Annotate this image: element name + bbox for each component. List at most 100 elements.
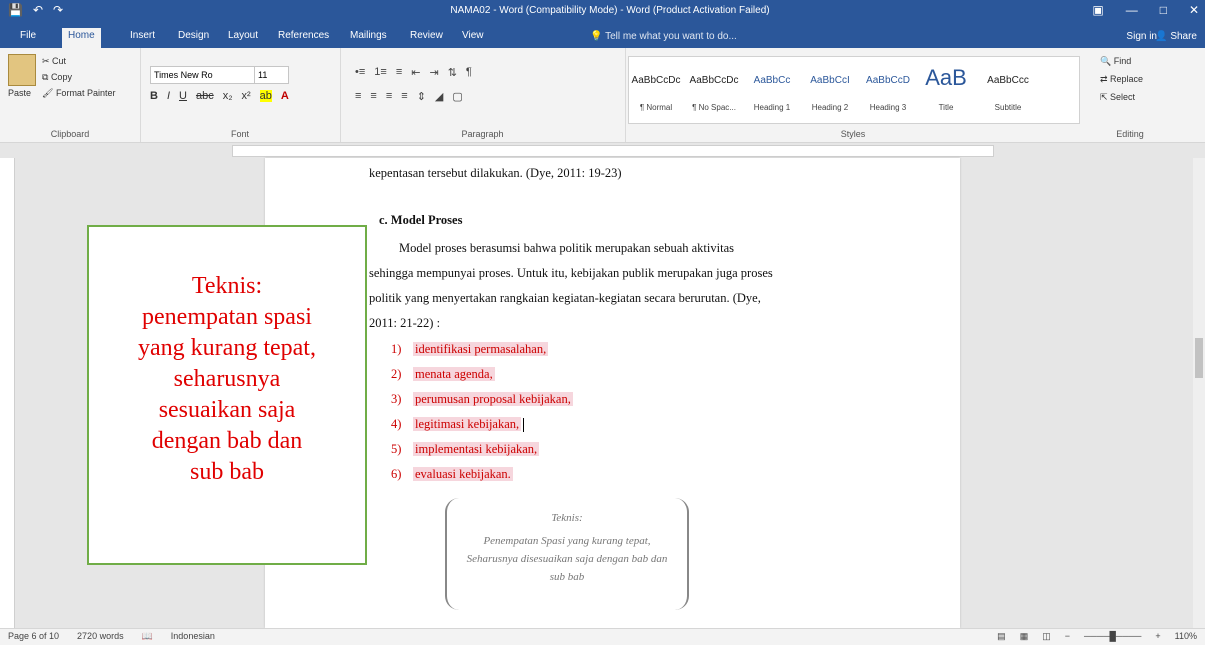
vertical-scrollbar[interactable] [1193, 158, 1205, 628]
multilevel-list-icon[interactable]: ≡ [396, 66, 402, 79]
bracket-comment-body: Penempatan Spasi yang kurang tepat, Seha… [466, 535, 668, 583]
print-layout-icon[interactable]: ▦ [1020, 631, 1029, 642]
paste-icon[interactable] [8, 54, 36, 86]
justify-icon[interactable]: ≡ [401, 90, 407, 103]
select-label: Select [1110, 92, 1136, 102]
save-icon[interactable]: 💾 [8, 3, 23, 17]
underline-icon[interactable]: U [179, 90, 187, 102]
bracket-comment-head: Teknis: [551, 512, 583, 524]
zoom-level[interactable]: 110% [1175, 631, 1197, 642]
tab-mailings[interactable]: Mailings [344, 28, 393, 44]
highlight-icon[interactable]: ab [259, 90, 272, 102]
align-center-icon[interactable]: ≡ [370, 90, 376, 103]
style-heading-3[interactable]: AaBbCcD Heading 3 [861, 57, 915, 121]
bold-icon[interactable]: B [150, 90, 158, 102]
style-preview: AaBbCcDc [689, 75, 739, 86]
vertical-ruler[interactable] [0, 158, 15, 628]
font-name-dropdown[interactable]: Times New Ro [150, 66, 255, 84]
style-subtitle[interactable]: AaBbCcc Subtitle [981, 57, 1035, 121]
align-left-icon[interactable]: ≡ [355, 90, 361, 103]
style-normal[interactable]: AaBbCcDc ¶ Normal [629, 57, 683, 121]
font-size-dropdown[interactable]: 11 [254, 66, 289, 84]
tab-design[interactable]: Design [172, 28, 215, 44]
list-number: 2) [391, 367, 402, 381]
tab-layout[interactable]: Layout [222, 28, 264, 44]
numbering-icon[interactable]: 1≡ [374, 66, 387, 79]
ribbon-tabs: File Home Insert Design Layout Reference… [0, 24, 1205, 48]
subscript-icon[interactable]: x₂ [223, 90, 233, 102]
document-page[interactable]: kepentasan tersebut dilakukan. (Dye, 201… [265, 158, 960, 628]
ribbon: Paste ✂ Cut ⧉ Copy 🖌 Format Painter Clip… [0, 48, 1205, 143]
paste-button[interactable]: Paste [8, 88, 31, 98]
show-formatting-icon[interactable]: ¶ [466, 66, 472, 79]
replace-button[interactable]: ⇄ Replace [1100, 74, 1143, 85]
styles-gallery: AaBbCcDc ¶ Normal AaBbCcDc ¶ No Spac... Aa… [628, 56, 1080, 124]
cut-label: Cut [52, 56, 67, 66]
align-right-icon[interactable]: ≡ [386, 90, 392, 103]
share-label: Share [1170, 31, 1197, 42]
tab-home[interactable]: Home [62, 28, 101, 48]
copy-label: Copy [50, 72, 72, 82]
language-indicator[interactable]: Indonesian [171, 631, 215, 642]
ribbon-display-options-icon[interactable]: ▣ [1092, 3, 1103, 17]
style-heading-2[interactable]: AaBbCcI Heading 2 [803, 57, 857, 121]
copy-button[interactable]: ⧉ Copy [42, 72, 72, 83]
tab-review[interactable]: Review [404, 28, 449, 44]
font-color-icon[interactable]: A [281, 90, 289, 102]
bullets-icon[interactable]: •≡ [355, 66, 365, 79]
style-preview: AaBbCcD [866, 75, 910, 86]
style-title[interactable]: AaB Title [919, 57, 973, 121]
tab-insert[interactable]: Insert [124, 28, 161, 44]
list-item: 4) legitimasi kebijakan, [391, 417, 525, 433]
strikethrough-icon[interactable]: abc [196, 90, 214, 102]
paragraph-line-1: Model proses berasumsi bahwa politik mer… [399, 241, 734, 255]
sort-icon[interactable]: ⇅ [448, 66, 457, 79]
select-button[interactable]: ⇱ Select [1100, 92, 1135, 103]
minimize-icon[interactable]: — [1126, 3, 1138, 17]
tab-view[interactable]: View [456, 28, 490, 44]
zoom-slider[interactable]: ────█──── [1084, 631, 1141, 642]
zoom-out-icon[interactable]: − [1065, 631, 1070, 642]
cut-button[interactable]: ✂ Cut [42, 56, 66, 67]
list-number: 1) [391, 342, 402, 356]
redo-icon[interactable]: ↷ [53, 3, 63, 17]
clipboard-label: Clipboard [50, 129, 90, 139]
maximize-icon[interactable]: □ [1160, 3, 1167, 17]
tab-file[interactable]: File [14, 28, 42, 44]
style-name: ¶ Normal [639, 103, 673, 112]
web-layout-icon[interactable]: ◫ [1042, 631, 1051, 642]
status-right: ▤ ▦ ◫ − ────█──── + 110% [997, 631, 1197, 642]
list-item: 6) evaluasi kebijakan. [391, 467, 513, 482]
undo-icon[interactable]: ↶ [33, 3, 43, 17]
superscript-icon[interactable]: x² [242, 90, 251, 102]
section-heading: c. Model Proses [379, 213, 463, 227]
decrease-indent-icon[interactable]: ⇤ [411, 66, 420, 79]
style-heading-1[interactable]: AaBbCc Heading 1 [745, 57, 799, 121]
read-mode-icon[interactable]: ▤ [997, 631, 1006, 642]
format-painter-button[interactable]: 🖌 Format Painter [42, 88, 115, 99]
shading-icon[interactable]: ◢ [435, 90, 443, 103]
style-no-spacing[interactable]: AaBbCcDc ¶ No Spac... [687, 57, 741, 121]
share-button[interactable]: 👤 Share [1155, 31, 1197, 42]
borders-icon[interactable]: ▢ [452, 90, 462, 103]
increase-indent-icon[interactable]: ⇥ [429, 66, 438, 79]
word-count[interactable]: 2720 words [77, 631, 124, 642]
line-spacing-icon[interactable]: ⇕ [417, 90, 426, 103]
style-preview: AaBbCc [753, 75, 791, 86]
proofing-icon[interactable]: 📖 [142, 631, 153, 642]
horizontal-ruler[interactable] [0, 143, 1205, 157]
list-text: implementasi kebijakan, [413, 442, 540, 456]
sign-in-link[interactable]: Sign in [1126, 31, 1157, 42]
list-item: 2) menata agenda, [391, 367, 495, 382]
page-count[interactable]: Page 6 of 10 [8, 631, 59, 642]
scrollbar-thumb[interactable] [1195, 338, 1203, 378]
find-button[interactable]: 🔍 Find [1100, 56, 1131, 67]
list-item: 5) implementasi kebijakan, [391, 442, 540, 457]
tell-me-box[interactable]: 💡 Tell me what you want to do... [590, 31, 737, 42]
italic-icon[interactable]: I [167, 90, 170, 102]
zoom-in-icon[interactable]: + [1155, 631, 1160, 642]
close-icon[interactable]: ✕ [1189, 3, 1199, 17]
paragraph-row-bottom: ≡ ≡ ≡ ≡ ⇕ ◢ ▢ [355, 90, 463, 103]
list-text: menata agenda, [413, 367, 495, 381]
tab-references[interactable]: References [272, 28, 335, 44]
